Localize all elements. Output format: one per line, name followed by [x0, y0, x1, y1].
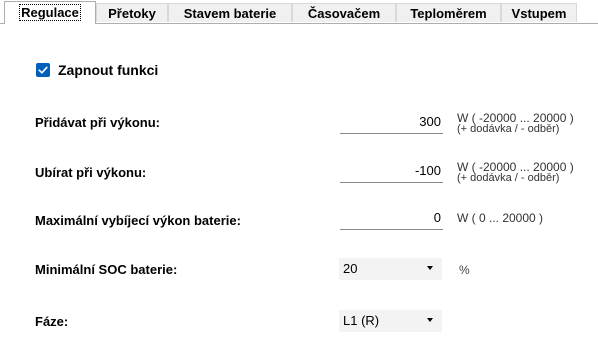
remove-power-label: Ubírat při výkonu: [35, 165, 147, 180]
tab-vstupem[interactable]: Vstupem [501, 3, 577, 22]
phase-label: Fáze: [35, 314, 69, 329]
add-power-hint: (+ dodávka / - odběr) [457, 123, 560, 135]
phase-select[interactable]: L1 (R) [339, 310, 442, 332]
tab-teplomerem-label: Teploměrem [410, 6, 487, 21]
tab-vstupem-label: Vstupem [511, 6, 567, 21]
remove-power-unit: W ( -20000 ... 20000 ) (+ dodávka / - od… [457, 161, 574, 184]
tab-stavem-baterie-label: Stavem baterie [183, 6, 277, 21]
max-discharge-unit: W ( 0 ... 20000 ) [457, 211, 544, 225]
phase-value: L1 (R) [343, 313, 380, 328]
tab-strip: Regulace Přetoky Stavem baterie Časovače… [0, 0, 598, 24]
checkmark-icon [38, 66, 48, 74]
max-discharge-label: Maximální vybíjecí výkon baterie: [35, 213, 241, 228]
remove-power-input[interactable] [340, 159, 443, 183]
tab-regulace-label: Regulace [19, 4, 81, 21]
min-soc-label: Minimální SOC baterie: [35, 262, 178, 277]
remove-power-hint: (+ dodávka / - odběr) [457, 172, 560, 184]
tab-pretoky-label: Přetoky [108, 6, 156, 21]
tab-casovacem[interactable]: Časovačem [292, 3, 396, 22]
tab-teplomerem[interactable]: Teploměrem [396, 3, 501, 22]
tab-regulace[interactable]: Regulace [4, 1, 96, 24]
min-soc-select[interactable]: 20 [339, 258, 442, 280]
max-discharge-input[interactable] [340, 206, 443, 230]
tab-stavem-baterie[interactable]: Stavem baterie [168, 3, 292, 22]
min-soc-value: 20 [343, 261, 358, 276]
chevron-down-icon [427, 318, 433, 322]
add-power-unit: W ( -20000 ... 20000 ) (+ dodávka / - od… [457, 112, 574, 135]
min-soc-unit: % [459, 263, 470, 277]
add-power-input[interactable] [340, 110, 443, 134]
enable-checkbox[interactable] [36, 63, 50, 77]
enable-checkbox-label[interactable]: Zapnout funkci [58, 61, 158, 79]
chevron-down-icon [427, 266, 433, 270]
tab-pretoky[interactable]: Přetoky [96, 3, 168, 22]
add-power-label: Přidávat při výkonu: [35, 115, 160, 130]
tab-casovacem-label: Časovačem [307, 6, 381, 21]
settings-window: Regulace Přetoky Stavem baterie Časovače… [0, 0, 598, 344]
